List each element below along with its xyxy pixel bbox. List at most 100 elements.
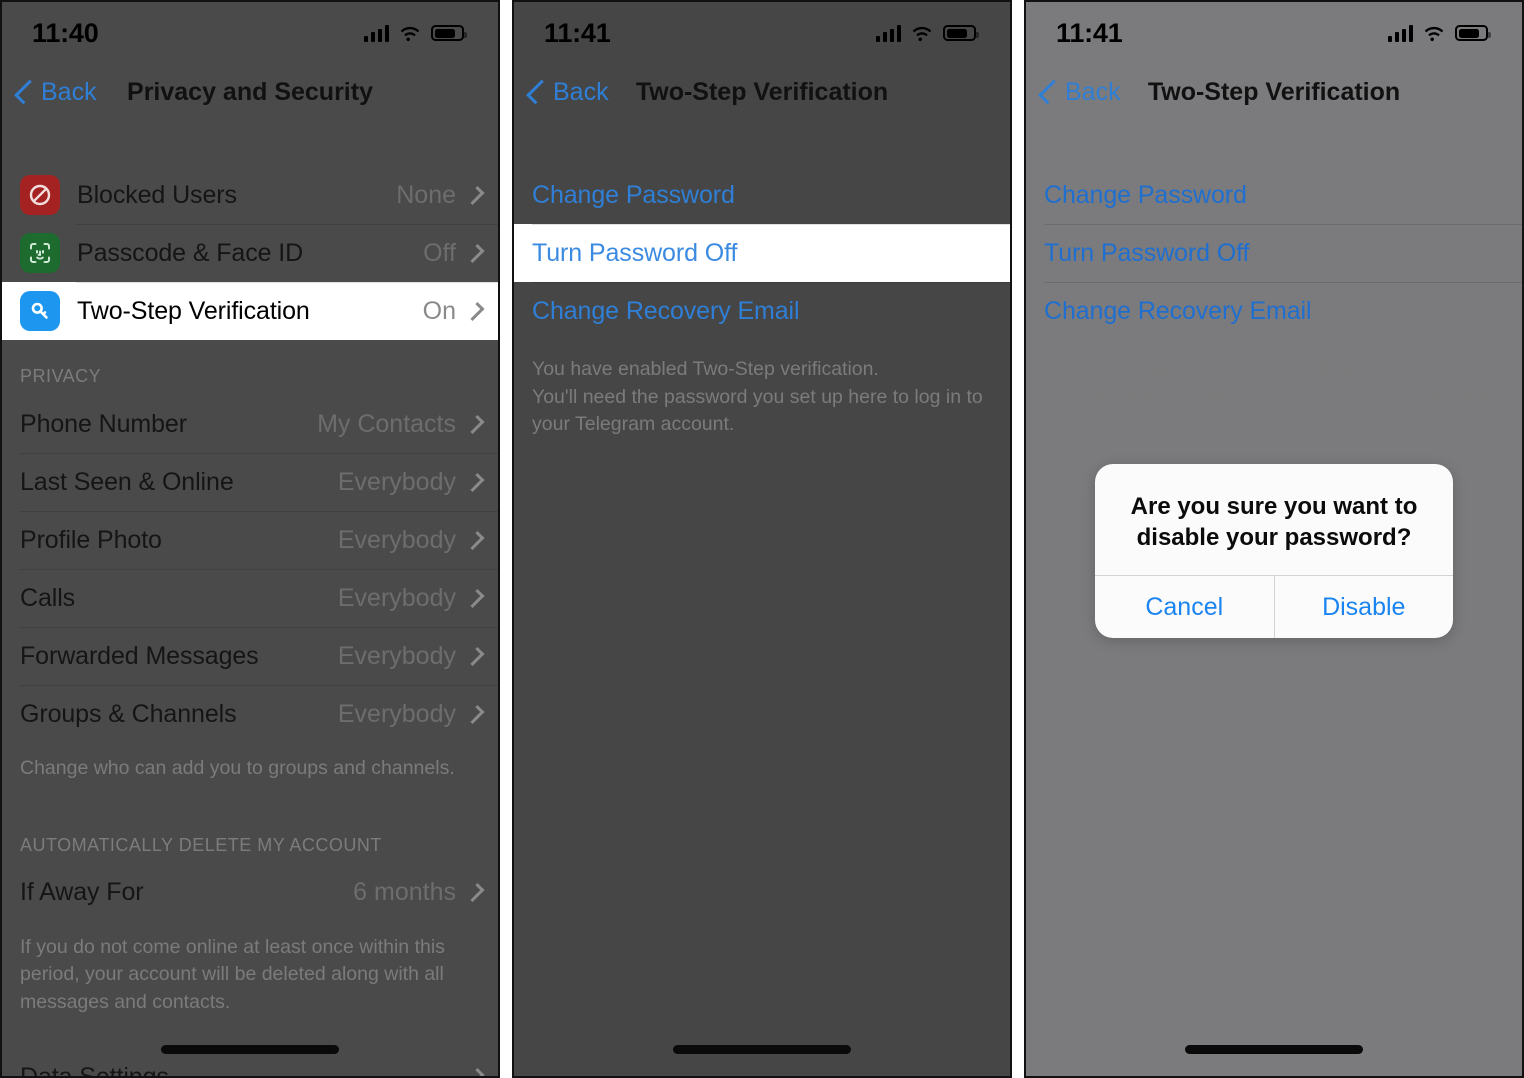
back-button-label: Back [553,77,609,106]
screen-two-step-verification-alert: 11:41 Back Two-Step Verification Change … [1026,2,1522,1076]
home-indicator[interactable] [1185,1045,1363,1054]
chevron-right-icon [465,588,485,608]
home-indicator[interactable] [673,1045,851,1054]
row-forwarded-messages[interactable]: Forwarded Messages Everybody [2,627,498,685]
row-label: Forwarded Messages [20,641,259,670]
list-top-spacer [1026,120,1522,166]
row-blocked-users[interactable]: Blocked Users None [2,166,498,224]
row-groups-channels[interactable]: Groups & Channels Everybody [2,685,498,743]
row-change-password[interactable]: Change Password [514,166,1010,224]
row-label: Groups & Channels [20,699,237,728]
row-value: On [422,296,456,325]
row-phone-number[interactable]: Phone Number My Contacts [2,395,498,453]
wifi-icon [400,26,420,42]
row-value: Everybody [337,467,456,496]
nav-bar: Back Two-Step Verification [514,64,1010,120]
row-label: Last Seen & Online [20,467,234,496]
row-label: Calls [20,583,76,612]
chevron-right-icon [465,301,485,321]
chevron-right-icon [465,472,485,492]
privacy-group: Phone Number My Contacts Last Seen & Onl… [2,395,498,743]
row-value: 6 months [353,878,456,907]
back-button-label: Back [1065,77,1121,106]
security-group: Blocked Users None Passcode & Face ID Of… [2,166,498,340]
row-passcode-face-id[interactable]: Passcode & Face ID Off [2,224,498,282]
alert-actions: Cancel Disable [1095,575,1454,639]
alert-body: Are you sure you want to disable your pa… [1095,464,1453,575]
chevron-right-icon [465,243,485,263]
status-time: 11:41 [1056,17,1123,48]
status-icons [875,24,979,42]
row-change-password[interactable]: Change Password [1026,166,1522,224]
section-header-auto-delete: AUTOMATICALLY DELETE MY ACCOUNT [20,834,382,855]
row-profile-photo[interactable]: Profile Photo Everybody [2,511,498,569]
screen-privacy-security: 11:40 Back Privacy and Security Blocked … [2,2,498,1076]
chevron-right-icon [465,530,485,550]
chevron-left-icon [14,79,39,105]
chevron-right-icon [465,414,485,434]
back-button[interactable]: Back [14,77,97,107]
row-label: If Away For [20,878,144,907]
row-label: Change Recovery Email [1044,296,1312,325]
list-top-spacer [2,120,498,166]
signal-bars-icon [875,24,901,42]
blocked-users-icon [20,175,60,215]
status-icons [363,24,467,42]
privacy-footer-text: Change who can add you to groups and cha… [20,757,455,779]
back-button-label: Back [41,77,97,106]
row-label: Two-Step Verification [77,296,310,325]
row-label: Phone Number [20,409,187,438]
row-if-away-for[interactable]: If Away For 6 months [2,864,498,922]
row-label: Profile Photo [20,525,162,554]
list-top-spacer [514,120,1010,166]
cancel-button[interactable]: Cancel [1095,576,1274,638]
home-indicator[interactable] [161,1045,339,1054]
row-turn-password-off[interactable]: Turn Password Off [1026,224,1522,282]
row-change-recovery-email[interactable]: Change Recovery Email [514,282,1010,340]
row-value: Everybody [337,641,456,670]
battery-icon [1455,25,1491,41]
two-step-footer-text: You have enabled Two-Step verification. … [532,358,983,436]
section-header-privacy: PRIVACY [20,366,102,386]
wifi-icon [1424,26,1444,42]
row-value: Everybody [337,583,456,612]
chevron-left-icon [526,79,551,105]
chevron-right-icon [465,185,485,205]
chevron-right-icon [465,704,485,724]
screenshot-stage: 11:40 Back Privacy and Security Blocked … [0,0,1524,1078]
row-value: Everybody [337,699,456,728]
chevron-right-icon [465,646,485,666]
phone-panel-two-step-highlight: 11:41 Back Two-Step Verification Change … [512,0,1012,1078]
row-calls[interactable]: Calls Everybody [2,569,498,627]
back-button[interactable]: Back [1038,77,1121,107]
status-bar: 11:41 [1026,2,1522,64]
nav-bar: Back Two-Step Verification [1026,64,1522,120]
row-label: Data Settings [20,1063,169,1078]
auto-delete-footer-text: If you do not come online at least once … [20,935,445,1014]
battery-icon [431,25,467,41]
status-bar: 11:41 [514,2,1010,64]
auto-delete-group: If Away For 6 months [2,864,498,922]
row-last-seen-online[interactable]: Last Seen & Online Everybody [2,453,498,511]
chevron-right-icon [465,883,485,903]
two-step-footer-text: You have enabled Two-Step verification. … [1044,358,1495,436]
chevron-left-icon [1038,79,1063,105]
phone-panel-disable-confirm: 11:41 Back Two-Step Verification Change … [1024,0,1524,1078]
wifi-icon [912,26,932,42]
status-icons [1387,24,1491,42]
row-label: Turn Password Off [1044,238,1250,267]
status-bar: 11:40 [2,2,498,64]
row-change-recovery-email[interactable]: Change Recovery Email [1026,282,1522,340]
disable-password-alert: Are you sure you want to disable your pa… [1095,464,1454,639]
row-turn-password-off[interactable]: Turn Password Off [514,224,1010,282]
back-button[interactable]: Back [526,77,609,107]
row-two-step-verification[interactable]: Two-Step Verification On [2,282,498,340]
screen-two-step-verification: 11:41 Back Two-Step Verification Change … [514,2,1010,1076]
status-time: 11:40 [32,17,99,48]
battery-icon [943,25,979,41]
alert-title: Are you sure you want to disable your pa… [1130,493,1418,551]
row-label: Turn Password Off [532,238,738,267]
row-label: Change Password [532,180,735,209]
row-value: None [396,180,456,209]
disable-button[interactable]: Disable [1273,576,1454,639]
